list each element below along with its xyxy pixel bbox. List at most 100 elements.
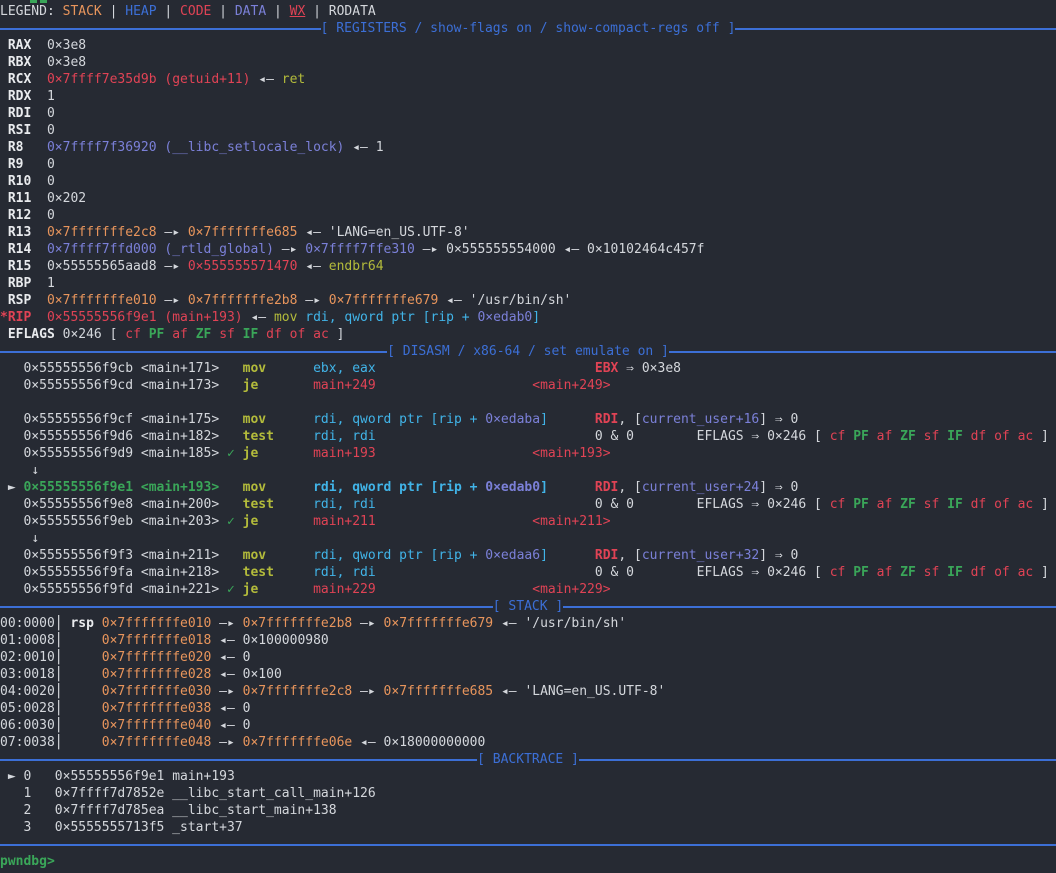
backtrace-frame-3: 3 0×5555555713f5 _start+37: [0, 819, 1056, 836]
text-segment: ac: [313, 327, 329, 342]
text-segment: [274, 429, 313, 444]
text-segment: [63, 735, 102, 750]
text-segment: 0×55555556f9e8 <main+200>: [0, 497, 219, 512]
text-segment: 1: [376, 140, 384, 155]
text-segment: 0×7ffff7e35d9b (getuid+11): [47, 72, 251, 87]
text-segment: 2 0×7ffff7d785ea __libc_start_main+138: [0, 803, 337, 818]
text-segment: 0×7fffffffe685: [384, 684, 494, 699]
text-segment: —▸: [352, 616, 383, 631]
register-row-r12: R12 0: [0, 207, 1056, 224]
separator-rule-bar: [735, 28, 1056, 30]
text-segment: RBX: [0, 55, 31, 70]
text-segment: rdi, qword ptr [rip +: [305, 310, 477, 325]
text-segment: 0×7fffffffe2b8: [188, 293, 298, 308]
text-segment: [235, 446, 243, 461]
text-segment: of: [290, 327, 313, 342]
text-segment: pwndbg>: [0, 854, 55, 869]
separator-rule-bar: [0, 844, 1056, 846]
text-segment: ] ⇒ 0: [759, 480, 798, 495]
backtrace-section-header: [ BACKTRACE ]: [0, 751, 1056, 768]
text-segment: rdi, qword ptr [rip +: [313, 480, 485, 495]
text-segment: cf: [125, 327, 148, 342]
text-segment: RSP: [0, 293, 31, 308]
text-segment: 0×7fffffffe018: [102, 633, 212, 648]
text-segment: [219, 429, 242, 444]
text-segment: main+249: [313, 378, 376, 393]
separator-rule-bar: [0, 28, 321, 30]
text-segment: [266, 548, 313, 563]
text-segment: of: [994, 429, 1017, 444]
text-segment: 0×202: [47, 191, 86, 206]
text-segment: LEGEND:: [0, 4, 63, 19]
text-segment: [31, 242, 47, 257]
text-segment: ebx, eax: [313, 361, 376, 376]
text-segment: [235, 582, 243, 597]
prompt-line[interactable]: pwndbg>: [0, 853, 1056, 870]
text-segment: —▸: [211, 616, 242, 631]
text-segment: 0: [47, 106, 55, 121]
text-segment: *RIP: [0, 310, 31, 325]
text-segment: —▸: [157, 259, 188, 274]
text-segment: EFLAGS ⇒ 0×246 [: [697, 565, 830, 580]
separator-rule-bar: [0, 351, 387, 353]
text-segment: mov: [243, 548, 266, 563]
text-segment: [258, 582, 313, 597]
text-segment: 0×55555556f9cd <main+173>: [0, 378, 219, 393]
text-segment: 0×7fffffffe010: [102, 616, 212, 631]
pwndbg-terminal-screen: { "app": "pwndbg", "colors": { "backgrou…: [0, 0, 1056, 873]
text-segment: —▸: [274, 242, 305, 257]
text-segment: [0, 395, 8, 410]
text-segment: |: [266, 4, 289, 19]
text-segment: [219, 565, 242, 580]
text-segment: EBX: [595, 361, 618, 376]
text-segment: [548, 412, 595, 427]
text-segment: [376, 446, 533, 461]
stack-row-5: 05:0028│ 0×7fffffffe038 ◂— 0: [0, 700, 1056, 717]
text-segment: endbr64: [329, 259, 384, 274]
text-segment: 1 0×7ffff7d7852e __libc_start_call_main+…: [0, 786, 376, 801]
text-segment: ◂—: [211, 701, 242, 716]
text-segment: 0×55555556f9eb <main+203>: [0, 514, 227, 529]
text-segment: 0×55555556f9fa <main+218>: [0, 565, 219, 580]
separator-rule-bar: [0, 759, 477, 761]
text-segment: [31, 89, 47, 104]
text-segment: [634, 497, 697, 512]
text-segment: PF: [853, 565, 876, 580]
text-segment: [31, 225, 47, 240]
section-title: [ DISASM / x86-64 / set emulate on ]: [387, 343, 669, 360]
terminal[interactable]: LEGEND: STACK | HEAP | CODE | DATA | WX …: [0, 3, 1056, 870]
text-segment: sf: [924, 497, 947, 512]
text-segment: 0×55555556f9e1 <main+193>: [23, 480, 219, 495]
disasm-jump-arrow-2: ↓: [0, 530, 1056, 547]
text-segment: cf: [830, 497, 853, 512]
text-segment: IF: [947, 565, 970, 580]
register-row-r13: R13 0×7fffffffe2c8 —▸ 0×7fffffffe685 ◂— …: [0, 224, 1056, 241]
text-segment: [634, 429, 697, 444]
register-row-r9: R9 0: [0, 156, 1056, 173]
text-segment: je: [243, 378, 259, 393]
register-row-r15: R15 0×55555565aad8 —▸ 0×555555571470 ◂— …: [0, 258, 1056, 275]
text-segment: current_user+16: [642, 412, 759, 427]
text-segment: ◂—: [493, 684, 524, 699]
text-segment: HEAP: [125, 4, 156, 19]
section-title: [ STACK ]: [493, 598, 563, 615]
text-segment: ]: [540, 480, 548, 495]
text-segment: │: [55, 650, 63, 665]
separator-rule-bar: [563, 606, 1056, 608]
text-segment: RDI: [595, 480, 618, 495]
stack-section-header: [ STACK ]: [0, 598, 1056, 615]
text-segment: RAX: [0, 38, 31, 53]
text-segment: ◂—: [250, 72, 281, 87]
text-segment: ◂—: [211, 650, 242, 665]
text-segment: |: [211, 4, 234, 19]
text-segment: [219, 378, 242, 393]
branch-taken-check-icon: ✓: [227, 514, 235, 529]
register-row-r14: R14 0×7ffff7ffd000 (_rtld_global) —▸ 0×7…: [0, 241, 1056, 258]
stack-row-0: 00:0000│ rsp 0×7fffffffe010 —▸ 0×7ffffff…: [0, 615, 1056, 632]
text-segment: 06:0030: [0, 718, 55, 733]
text-segment: 0×55555556f9e1 (main+193): [47, 310, 243, 325]
text-segment: [235, 514, 243, 529]
text-segment: [548, 480, 595, 495]
disasm-line-main-182: 0×55555556f9d6 <main+182> test rdi, rdi …: [0, 428, 1056, 445]
text-segment: ◂—: [211, 718, 242, 733]
